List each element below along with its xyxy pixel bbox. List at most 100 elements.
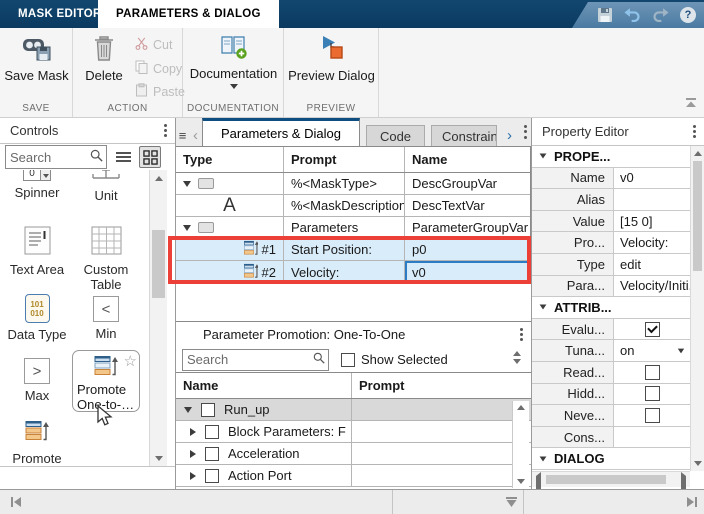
property-row-type[interactable]: Type edit <box>532 253 690 276</box>
promotion-menu-dots-icon[interactable] <box>520 326 523 342</box>
promotion-row-action-port[interactable]: Action Port <box>176 465 531 487</box>
star-icon[interactable]: ☆ <box>124 352 137 370</box>
table-row-parameters-group[interactable]: Parameters ParameterGroupVar <box>176 217 530 239</box>
collapse-bottom-panel-icon[interactable] <box>505 496 518 511</box>
property-value[interactable]: edit <box>620 257 641 272</box>
save-icon[interactable] <box>596 7 613 24</box>
property-row-evaluate[interactable]: Evalu... <box>532 318 690 341</box>
checkbox[interactable] <box>644 321 660 337</box>
controls-scrollbar[interactable] <box>149 170 167 466</box>
control-data-type[interactable]: 101 010 Data Type <box>1 294 73 342</box>
control-unit[interactable]: Unit <box>70 170 142 203</box>
collapse-right-panel-icon[interactable] <box>685 496 698 511</box>
promotion-row-acceleration[interactable]: Acceleration <box>176 443 531 465</box>
column-header-prompt[interactable]: Prompt <box>284 147 405 172</box>
control-max[interactable]: > Max <box>1 358 73 403</box>
checkbox[interactable] <box>205 468 219 483</box>
editor-tabs-menu-dots-icon[interactable] <box>524 124 528 140</box>
property-editor-menu-dots-icon[interactable] <box>693 123 696 139</box>
tab-menu-icon[interactable]: ≡ <box>176 124 189 146</box>
column-header-name[interactable]: Name <box>176 373 352 398</box>
table-row-mask-type[interactable]: %<MaskType> DescGroupVar <box>176 173 530 195</box>
checkbox[interactable] <box>644 407 660 423</box>
property-editor-scrollbar[interactable] <box>690 146 704 471</box>
tab-scroll-left-icon[interactable]: ‹ <box>189 124 202 146</box>
property-editor-hscrollbar[interactable] <box>532 471 690 495</box>
tab-scroll-right-icon[interactable]: › <box>503 124 516 146</box>
collapse-ribbon-icon[interactable] <box>684 96 698 111</box>
property-row-alias[interactable]: Alias <box>532 189 690 211</box>
property-row-value[interactable]: Value [15 0] <box>532 210 690 233</box>
scrollbar-thumb[interactable] <box>546 475 666 484</box>
control-promote-one-to-one[interactable]: ☆ Promote One-to-… <box>72 350 140 412</box>
table-row-param-2[interactable]: #2 Velocity: v0 <box>176 261 530 283</box>
promotion-scroll-arrows[interactable] <box>513 351 521 364</box>
scroll-down-icon[interactable] <box>513 475 529 488</box>
dropdown-value[interactable]: on <box>620 343 634 358</box>
control-custom-table[interactable]: Custom Table <box>70 226 142 292</box>
scroll-up-icon[interactable] <box>691 147 704 160</box>
tab-code[interactable]: Code <box>365 125 426 146</box>
documentation-button[interactable]: Documentation <box>186 34 281 89</box>
control-spinner[interactable]: 0 Spinner <box>1 170 73 200</box>
expand-icon[interactable] <box>190 449 196 458</box>
property-value[interactable]: [15 0] <box>620 214 653 229</box>
expand-icon[interactable] <box>183 180 191 187</box>
property-row-tunable[interactable]: Tuna... on <box>532 340 690 362</box>
property-row-neversave[interactable]: Neve... <box>532 405 690 427</box>
chevron-down-icon[interactable] <box>677 348 685 354</box>
help-icon[interactable]: ? <box>680 7 696 23</box>
column-header-prompt[interactable]: Prompt <box>352 373 531 398</box>
checkbox[interactable] <box>205 424 219 439</box>
property-row-readonly[interactable]: Read... <box>532 361 690 384</box>
delete-button[interactable]: Delete <box>79 34 129 83</box>
scrollbar-thumb[interactable] <box>152 230 165 298</box>
section-properties[interactable]: PROPE... <box>532 146 690 168</box>
column-header-type[interactable]: Type <box>176 147 284 172</box>
property-row-name[interactable]: Name v0 <box>532 167 690 190</box>
list-view-icon[interactable] <box>112 146 134 168</box>
paste-button[interactable]: Paste <box>135 83 185 100</box>
tab-parameters-dialog[interactable]: PARAMETERS & DIALOG <box>98 0 279 28</box>
copy-button[interactable]: Copy <box>135 60 182 77</box>
promotion-scrollbar[interactable] <box>512 401 529 488</box>
checkbox[interactable] <box>644 364 660 380</box>
property-row-prompt[interactable]: Pro... Velocity: <box>532 232 690 254</box>
controls-search-input[interactable] <box>6 147 90 167</box>
table-row-mask-description[interactable]: A %<MaskDescription> DescTextVar <box>176 195 530 217</box>
property-value[interactable]: Velocity/Initi.. <box>620 278 690 293</box>
section-attributes[interactable]: ATTRIB... <box>532 297 690 319</box>
redo-icon[interactable] <box>652 7 669 24</box>
property-row-constraint[interactable]: Cons... <box>532 426 690 449</box>
expand-icon[interactable] <box>184 406 192 413</box>
promotion-row-run-up[interactable]: Run_up <box>176 399 531 421</box>
expand-icon[interactable] <box>190 471 196 480</box>
undo-icon[interactable] <box>624 7 641 24</box>
tab-constraints[interactable]: Constraints <box>431 125 498 146</box>
control-promote[interactable]: Promote <box>1 420 73 466</box>
property-row-parameter[interactable]: Para... Velocity/Initi.. <box>532 275 690 298</box>
section-dialog[interactable]: DIALOG <box>532 448 690 470</box>
scroll-down-icon[interactable] <box>691 457 704 470</box>
scroll-up-icon[interactable] <box>513 401 529 414</box>
promotion-row-block-parameters[interactable]: Block Parameters: F <box>176 421 531 443</box>
table-row-param-1[interactable]: #1 Start Position: p0 <box>176 239 530 261</box>
tab-parameters-and-dialog[interactable]: Parameters & Dialog <box>202 118 360 146</box>
property-value[interactable]: v0 <box>620 170 634 185</box>
checkbox[interactable] <box>201 402 215 417</box>
expand-icon[interactable] <box>183 224 191 231</box>
collapse-left-panel-icon[interactable] <box>10 496 23 511</box>
control-min[interactable]: < Min <box>70 296 142 341</box>
column-header-name[interactable]: Name <box>405 147 530 172</box>
grid-view-icon[interactable] <box>139 146 161 168</box>
show-selected-checkbox[interactable] <box>341 352 355 367</box>
editing-cell[interactable]: v0 <box>405 261 530 283</box>
scroll-down-icon[interactable] <box>150 452 167 465</box>
checkbox[interactable] <box>644 386 660 402</box>
promotion-search-input[interactable] <box>183 350 313 369</box>
control-text-area[interactable]: Text Area <box>1 226 73 277</box>
checkbox[interactable] <box>205 446 219 461</box>
preview-dialog-button[interactable]: Preview Dialog <box>287 34 376 83</box>
scroll-up-icon[interactable] <box>150 172 167 185</box>
controls-menu-dots-icon[interactable] <box>164 122 167 138</box>
